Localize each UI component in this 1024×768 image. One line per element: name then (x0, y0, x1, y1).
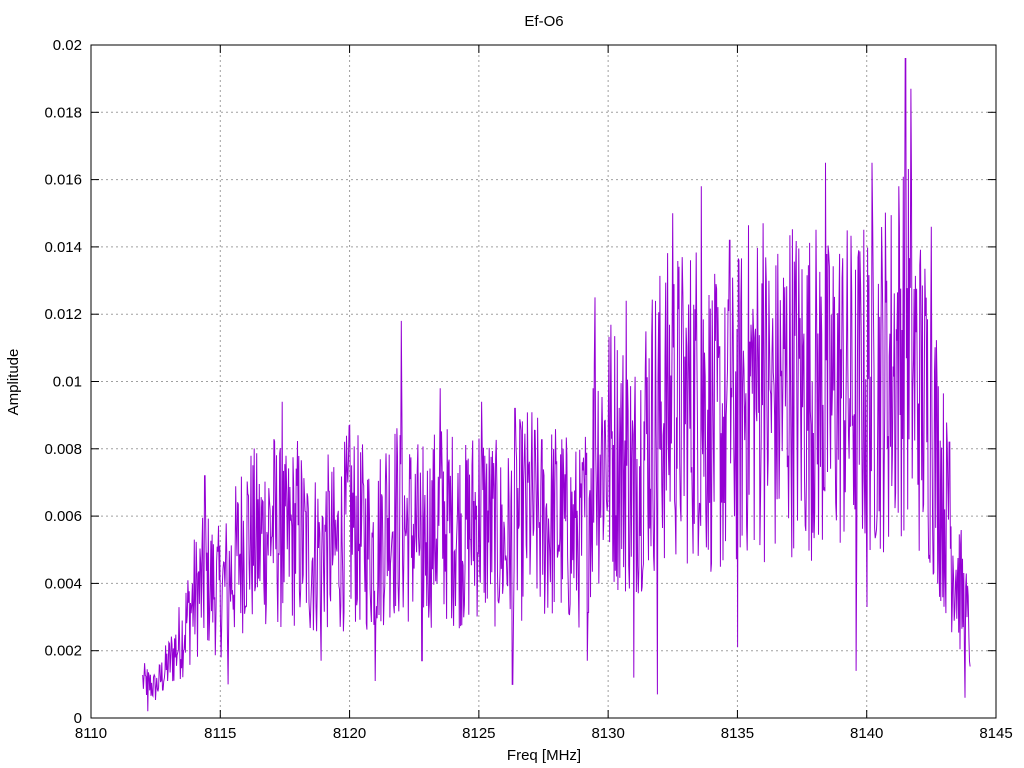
x-tick-label: 8110 (75, 725, 107, 742)
chart: 8110 8115 8120 8125 8130 8135 8140 8145 0 0.002 0.… (0, 0, 1024, 768)
y-axis-label: Amplitude (5, 349, 22, 416)
y-tick-label: 0.006 (44, 508, 82, 525)
y-tick-label: 0.02 (53, 37, 82, 54)
x-tick-label: 8130 (591, 725, 624, 742)
y-tick-label: 0.016 (44, 172, 82, 189)
x-tick-label: 8140 (850, 725, 883, 742)
y-tick-label: 0.004 (44, 575, 82, 592)
y-tick-label: 0 (74, 710, 82, 727)
x-tick-label: 8135 (721, 725, 754, 742)
x-tick-label: 8125 (462, 725, 495, 742)
y-tick-label: 0.018 (44, 104, 82, 121)
x-tick-label: 8120 (333, 725, 366, 742)
y-tick-label: 0.014 (44, 239, 82, 256)
y-tick-label: 0.008 (44, 441, 82, 458)
y-tick-label: 0.012 (44, 306, 82, 323)
x-tick-label: 8115 (204, 725, 236, 742)
y-tick-label: 0.01 (53, 374, 82, 391)
x-tick-label: 8145 (979, 725, 1012, 742)
y-tick-label: 0.002 (44, 643, 82, 660)
x-axis-label: Freq [MHz] (507, 747, 581, 764)
chart-title: Ef-O6 (524, 13, 563, 30)
